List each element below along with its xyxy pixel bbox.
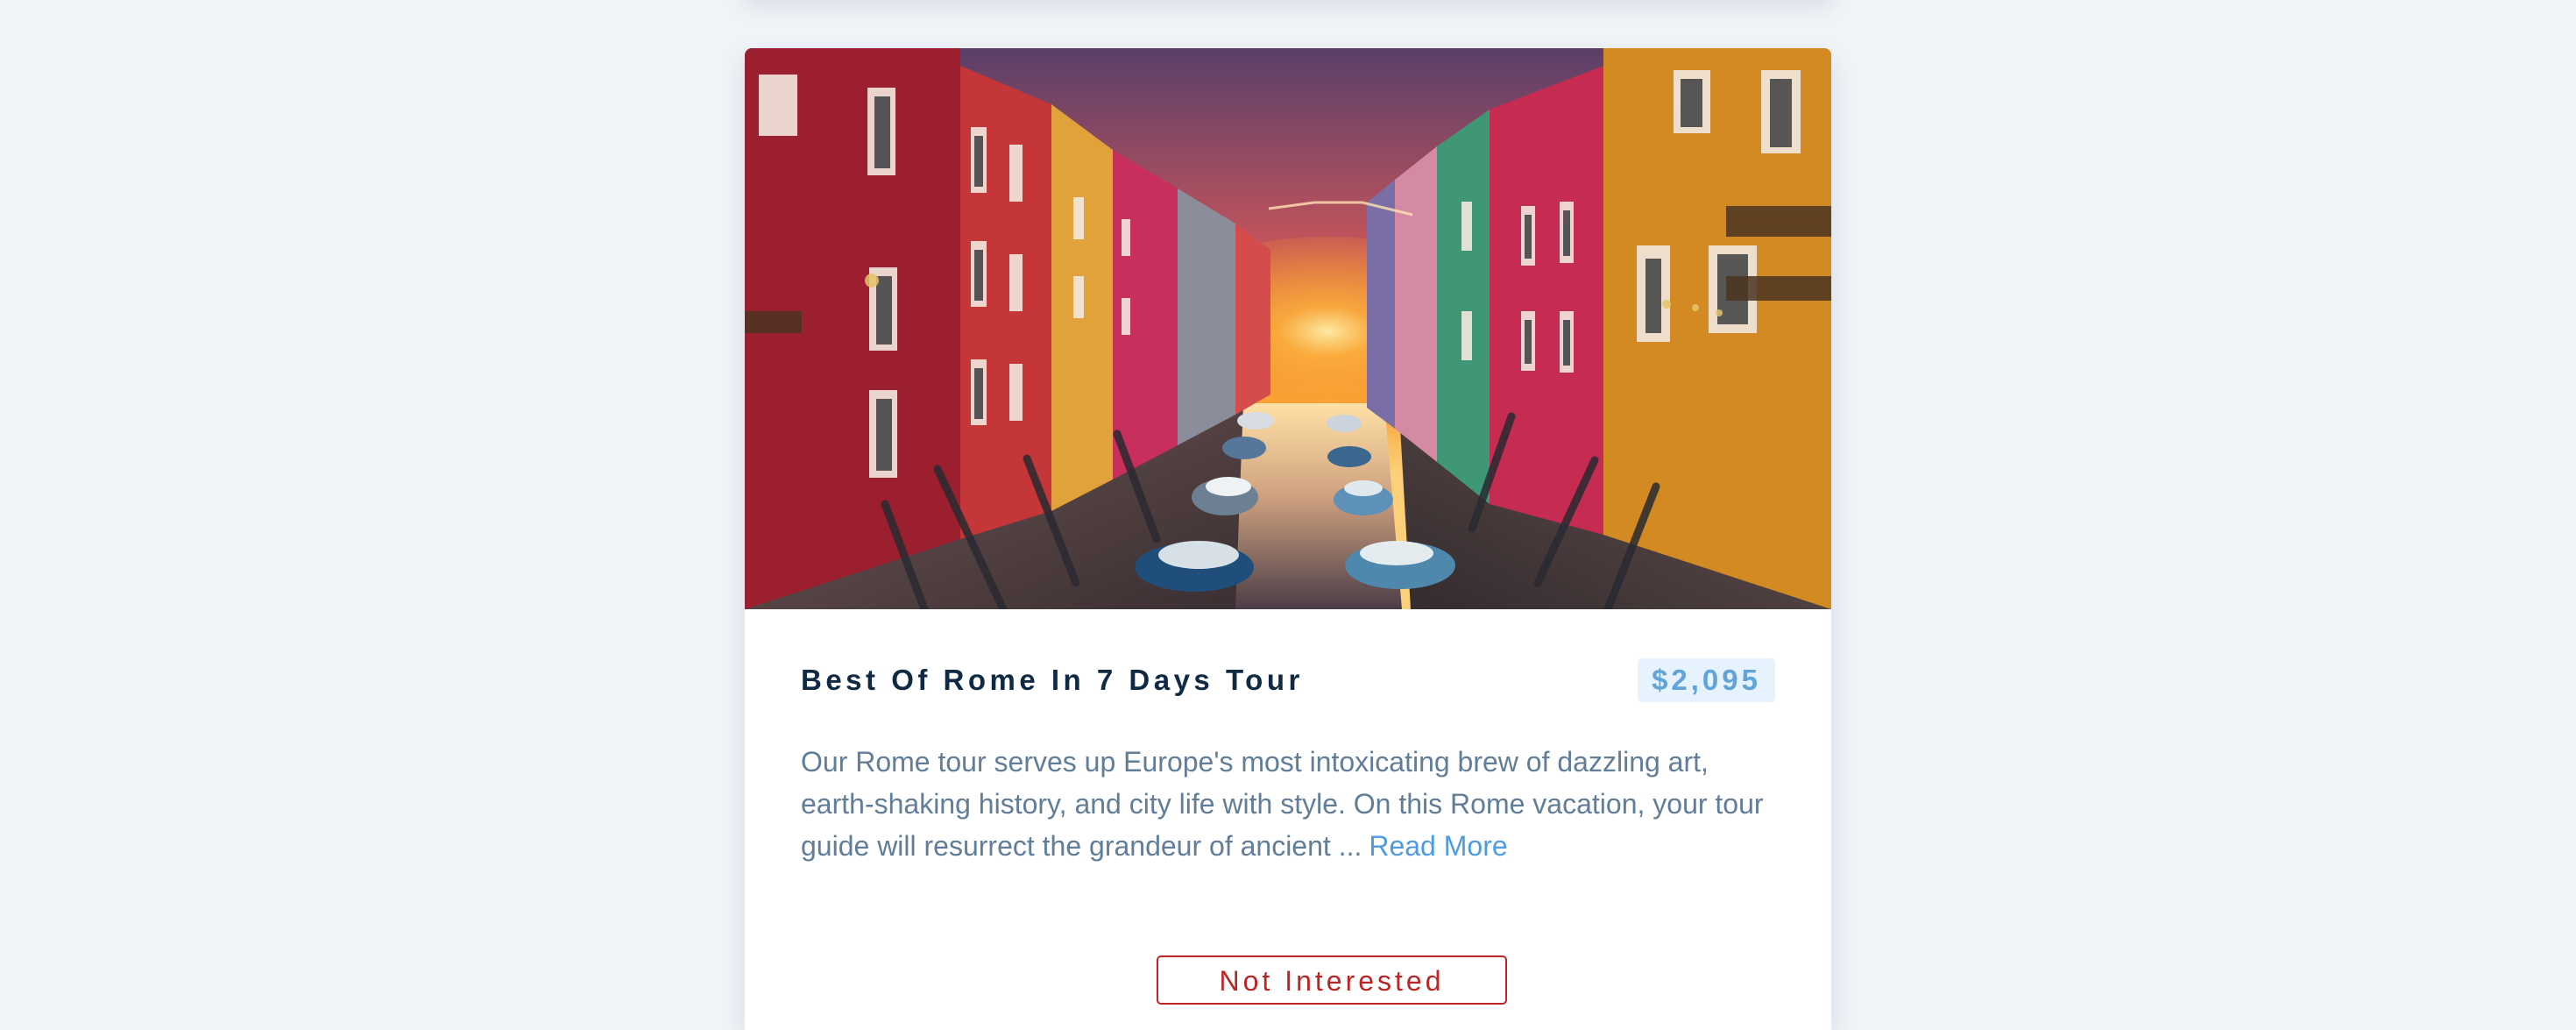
read-more-link[interactable]: Read More	[1369, 830, 1507, 862]
not-interested-button[interactable]: Not Interested	[1157, 955, 1507, 1005]
tour-info: Best Of Rome In 7 Days Tour $2,095 Our R…	[801, 609, 1775, 1030]
tour-price-badge: $2,095	[1638, 658, 1775, 702]
tour-title: Best Of Rome In 7 Days Tour	[801, 664, 1304, 696]
tour-image	[745, 48, 1831, 609]
tour-description: Our Rome tour serves up Europe's most in…	[801, 741, 1775, 867]
tour-title-row: Best Of Rome In 7 Days Tour $2,095	[801, 658, 1775, 702]
tour-description-text: Our Rome tour serves up Europe's most in…	[801, 746, 1764, 862]
tour-card: Best Of Rome In 7 Days Tour $2,095 Our R…	[745, 48, 1831, 1030]
